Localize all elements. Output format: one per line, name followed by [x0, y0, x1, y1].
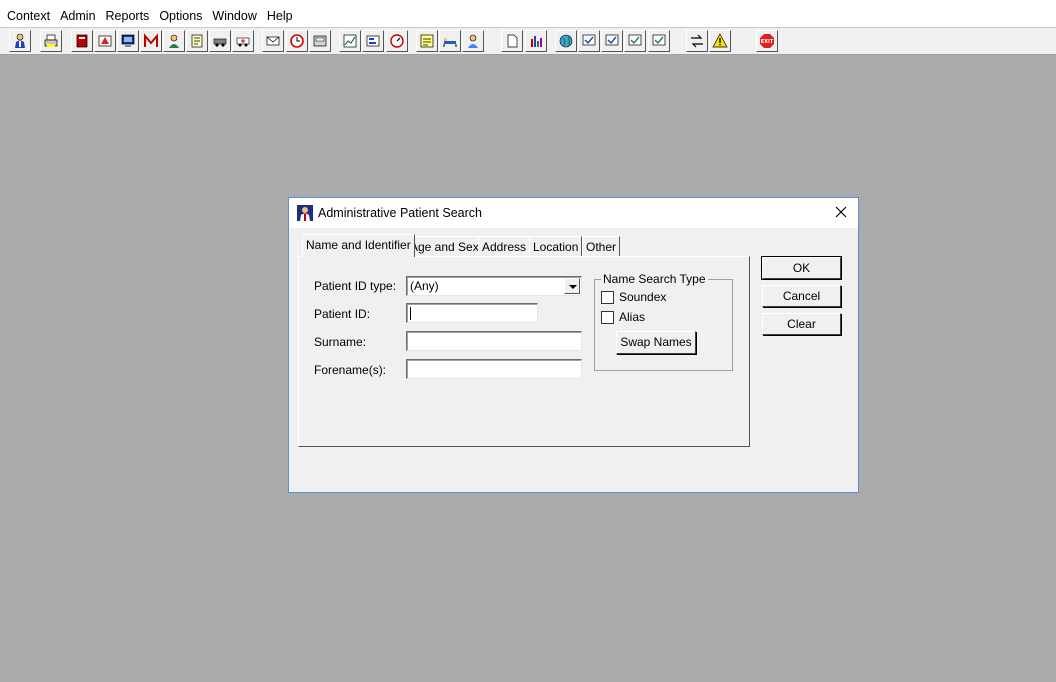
- car-icon[interactable]: [209, 30, 231, 52]
- chart-icon[interactable]: [339, 30, 361, 52]
- forename-label: Forename(s):: [314, 363, 387, 377]
- soundex-checkbox[interactable]: [601, 291, 614, 304]
- forename-field[interactable]: [406, 359, 582, 379]
- checklist-icon[interactable]: [578, 30, 600, 52]
- book-icon[interactable]: [71, 30, 93, 52]
- dialog-titlebar[interactable]: Administrative Patient Search: [289, 198, 858, 228]
- mail-icon[interactable]: [262, 30, 284, 52]
- checklist-2-icon[interactable]: [601, 30, 623, 52]
- surname-field[interactable]: [406, 331, 582, 351]
- panel-icon[interactable]: [309, 30, 331, 52]
- exit-label: EXIT: [761, 39, 774, 45]
- notepad-icon[interactable]: [186, 30, 208, 52]
- soundex-label: Soundex: [619, 290, 667, 304]
- menu-options[interactable]: Options: [154, 3, 207, 30]
- menu-window[interactable]: Window: [207, 3, 261, 30]
- patient-icon: [297, 205, 313, 221]
- menu-reports[interactable]: Reports: [101, 3, 155, 30]
- patient-id-type-select[interactable]: (Any): [406, 276, 582, 296]
- ambulance-icon[interactable]: [232, 30, 254, 52]
- gauge-icon[interactable]: [386, 30, 408, 52]
- tab-age-and-sex[interactable]: Age and Sex: [406, 236, 483, 257]
- menu-admin[interactable]: Admin: [55, 3, 100, 30]
- nurse-icon[interactable]: [462, 30, 484, 52]
- menu-help[interactable]: Help: [262, 3, 298, 30]
- patient-search-dialog: Administrative Patient Search Name and I…: [288, 197, 859, 493]
- checklist-3-icon[interactable]: [624, 30, 646, 52]
- flag-icon[interactable]: [94, 30, 116, 52]
- form-icon[interactable]: [362, 30, 384, 52]
- clear-button[interactable]: Clear: [762, 313, 841, 335]
- menu-context[interactable]: Context: [2, 3, 55, 30]
- cancel-button[interactable]: Cancel: [762, 285, 841, 307]
- bed-icon[interactable]: [439, 30, 461, 52]
- patient-id-label: Patient ID:: [314, 307, 371, 321]
- printer-icon[interactable]: [40, 30, 62, 52]
- tab-name-and-identifier[interactable]: Name and Identifier: [302, 234, 415, 257]
- alias-label: Alias: [619, 310, 646, 324]
- globe-icon[interactable]: [555, 30, 577, 52]
- text-caret: [410, 307, 411, 320]
- menu-bar: Context Admin Reports Options Window Hel…: [0, 0, 1056, 27]
- patient-id-field[interactable]: [406, 303, 538, 323]
- tab-address[interactable]: Address: [478, 236, 531, 257]
- dialog-title: Administrative Patient Search: [318, 206, 482, 220]
- tab-location[interactable]: Location: [529, 236, 583, 257]
- clock-icon[interactable]: [286, 30, 308, 52]
- close-icon[interactable]: [833, 204, 849, 220]
- transfer-icon[interactable]: [686, 30, 708, 52]
- note-icon[interactable]: [416, 30, 438, 52]
- tab-other[interactable]: Other: [582, 236, 621, 257]
- toolbar: EXIT: [0, 27, 1056, 55]
- surname-label: Surname:: [314, 335, 367, 349]
- monitor-icon[interactable]: [117, 30, 139, 52]
- bar-chart-icon[interactable]: [525, 30, 547, 52]
- m-icon[interactable]: [140, 30, 162, 52]
- patient-id-type-value: (Any): [410, 279, 439, 293]
- ok-button[interactable]: OK: [761, 256, 842, 280]
- exit-icon[interactable]: EXIT: [756, 30, 778, 52]
- warning-icon[interactable]: [709, 30, 731, 52]
- chevron-down-icon[interactable]: [564, 278, 580, 294]
- document-icon[interactable]: [501, 30, 523, 52]
- alias-checkbox[interactable]: [601, 311, 614, 324]
- swap-names-button[interactable]: Swap Names: [616, 331, 696, 354]
- patient-id-type-label: Patient ID type:: [314, 279, 397, 293]
- patient-icon[interactable]: [9, 30, 31, 52]
- person-icon[interactable]: [163, 30, 185, 52]
- checklist-4-icon[interactable]: [648, 30, 670, 52]
- name-search-type-legend: Name Search Type: [601, 272, 708, 286]
